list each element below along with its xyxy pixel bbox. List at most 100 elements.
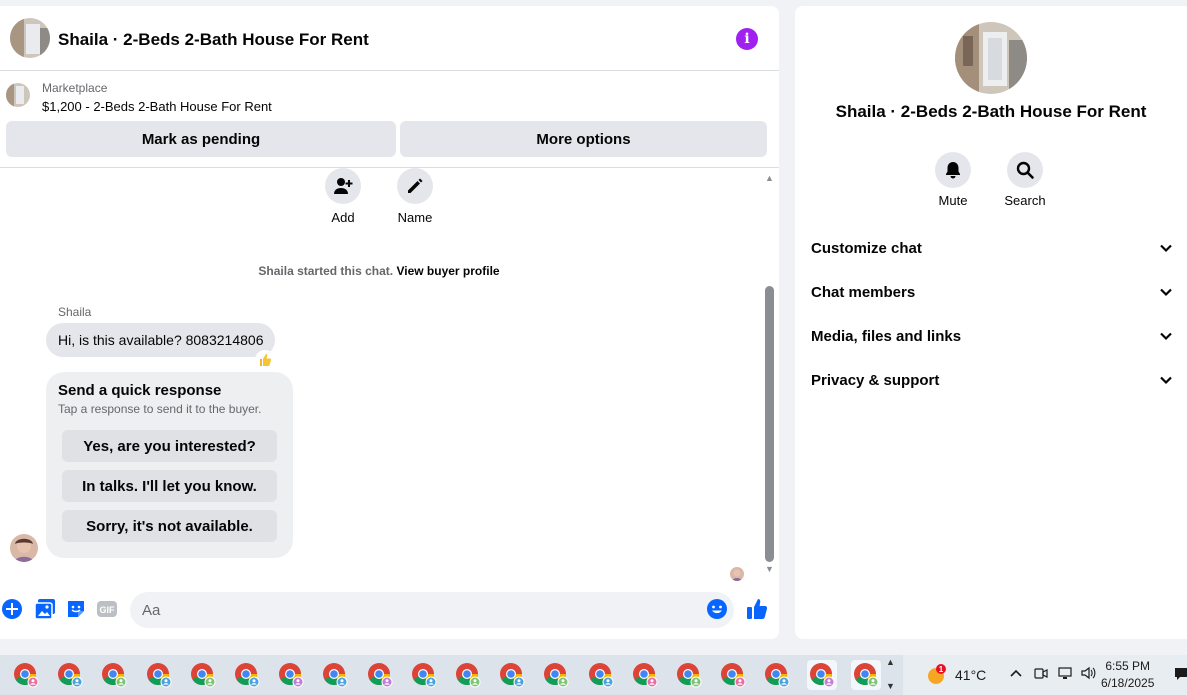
taskbar-scroll-down-icon[interactable]: ▼ (886, 681, 895, 691)
svg-text:GIF: GIF (100, 605, 116, 615)
clock-time: 6:55 PM (1105, 659, 1151, 673)
plus-icon[interactable] (1, 598, 23, 620)
network-icon[interactable] (1057, 666, 1073, 683)
chevron-down-icon (1160, 288, 1172, 297)
clock-date: 6/18/2025 (1101, 676, 1155, 690)
chrome-taskbar-icon[interactable] (11, 660, 41, 690)
quick-response-option[interactable]: In talks. I'll let you know. (62, 470, 277, 502)
chat-header: Shaila · 2-Beds 2-Bath House For Rent i (0, 6, 779, 71)
volume-icon[interactable] (1081, 666, 1097, 683)
chevron-down-icon (1160, 376, 1172, 385)
message-scrollbar[interactable]: ▲ ▼ (763, 168, 777, 586)
message-input[interactable] (130, 592, 734, 628)
taskbar-scroll-up-icon[interactable]: ▲ (886, 657, 895, 667)
weather-icon[interactable]: 1 (925, 663, 949, 687)
scroll-thumb[interactable] (765, 286, 774, 562)
chat-started-text: Shaila started this chat. (258, 264, 394, 278)
chrome-taskbar-icon[interactable] (586, 660, 616, 690)
chrome-taskbar-icon[interactable] (762, 660, 792, 690)
chrome-taskbar-icon[interactable] (144, 660, 174, 690)
mark-as-pending-button[interactable]: Mark as pending (6, 121, 396, 157)
thumbs-up-reaction-icon[interactable] (255, 350, 275, 370)
section-label: Media, files and links (811, 327, 962, 345)
chrome-taskbar-icon[interactable] (232, 660, 262, 690)
chat-title[interactable]: Shaila · 2-Beds 2-Bath House For Rent (58, 30, 369, 50)
meet-now-icon[interactable] (1034, 666, 1048, 683)
chat-started-notice: Shaila started this chat. View buyer pro… (0, 264, 758, 278)
message-composer: GIF (0, 589, 779, 629)
chrome-taskbar-icon[interactable] (365, 660, 395, 690)
scroll-down-arrow-icon[interactable]: ▼ (765, 564, 774, 574)
search-icon (1007, 152, 1043, 188)
message-list: Add Name Shaila started this chat. View … (0, 168, 779, 586)
quick-response-card: Send a quick response Tap a response to … (46, 372, 293, 558)
listing-title[interactable]: $1,200 - 2-Beds 2-Bath House For Rent (42, 99, 272, 114)
section-customize-chat[interactable]: Customize chat (811, 228, 1173, 268)
chrome-taskbar-icon[interactable] (630, 660, 660, 690)
mute-button[interactable]: Mute (918, 152, 988, 208)
section-label: Customize chat (811, 239, 922, 257)
quick-response-option[interactable]: Yes, are you interested? (62, 430, 277, 462)
add-label: Add (331, 210, 355, 225)
gif-icon[interactable]: GIF (96, 598, 118, 620)
name-chat-button[interactable]: Name (385, 168, 445, 225)
chrome-taskbar-icon[interactable] (320, 660, 350, 690)
chrome-taskbar-icon[interactable] (541, 660, 571, 690)
search-button[interactable]: Search (990, 152, 1060, 208)
chrome-taskbar-icon[interactable] (99, 660, 129, 690)
seen-indicator-avatar (730, 567, 744, 581)
photo-icon[interactable] (34, 598, 56, 620)
notification-icon[interactable] (1175, 667, 1187, 684)
listing-banner: Marketplace $1,200 - 2-Beds 2-Bath House… (0, 72, 779, 168)
add-people-button[interactable]: Add (313, 168, 373, 225)
info-icon[interactable]: i (736, 28, 758, 50)
chevron-down-icon (1160, 332, 1172, 341)
listing-thumbnail[interactable] (6, 83, 30, 107)
chrome-taskbar-icon[interactable] (806, 660, 837, 690)
thumbs-up-send-icon[interactable] (745, 597, 769, 621)
chrome-taskbar-icon[interactable] (55, 660, 85, 690)
quick-response-subtitle: Tap a response to send it to the buyer. (58, 402, 262, 416)
chrome-taskbar-icon[interactable] (497, 660, 527, 690)
listing-source: Marketplace (42, 81, 108, 95)
section-privacy-support[interactable]: Privacy & support (811, 360, 1173, 400)
sticker-icon[interactable] (65, 598, 87, 620)
quick-response-title: Send a quick response (58, 382, 222, 399)
message-sender-name: Shaila (58, 305, 92, 319)
name-label: Name (397, 210, 433, 225)
sender-avatar[interactable] (10, 534, 38, 562)
bell-icon (935, 152, 971, 188)
chevron-down-icon (1160, 244, 1172, 253)
details-avatar[interactable] (955, 22, 1027, 94)
chat-panel: Shaila · 2-Beds 2-Bath House For Rent i … (0, 6, 779, 639)
section-chat-members[interactable]: Chat members (811, 272, 1173, 312)
details-title: Shaila · 2-Beds 2-Bath House For Rent (835, 102, 1147, 121)
pencil-icon (397, 168, 433, 204)
search-label: Search (1004, 193, 1046, 208)
chrome-taskbar-icon[interactable] (188, 660, 218, 690)
emoji-icon[interactable] (706, 598, 728, 620)
chevron-up-icon[interactable] (1009, 666, 1023, 683)
chrome-taskbar-icon[interactable] (674, 660, 704, 690)
view-buyer-profile-link[interactable]: View buyer profile (396, 264, 499, 278)
clock[interactable]: 6:55 PM 6/18/2025 (1101, 658, 1154, 692)
quick-response-option[interactable]: Sorry, it's not available. (62, 510, 277, 542)
section-media-files-links[interactable]: Media, files and links (811, 316, 1173, 356)
system-tray: 1 41°C 6:55 PM 6/18/2025 (903, 655, 1187, 695)
section-label: Chat members (811, 283, 916, 301)
chrome-taskbar-icon[interactable] (453, 660, 483, 690)
more-options-button[interactable]: More options (400, 121, 767, 157)
mute-label: Mute (938, 193, 968, 208)
add-person-icon (325, 168, 361, 204)
listing-avatar[interactable] (10, 18, 50, 58)
message-bubble[interactable]: Hi, is this available? 8083214806 (46, 323, 276, 357)
details-panel: Shaila · 2-Beds 2-Bath House For Rent Mu… (795, 6, 1187, 639)
chrome-taskbar-icon[interactable] (718, 660, 748, 690)
section-label: Privacy & support (811, 371, 940, 389)
temperature-text[interactable]: 41°C (955, 667, 986, 683)
chrome-taskbar-icon[interactable] (850, 660, 881, 690)
scroll-up-arrow-icon[interactable]: ▲ (765, 173, 774, 183)
taskbar: ▲ ▼ 1 41°C 6:55 PM 6/18/2025 (0, 655, 1187, 695)
chrome-taskbar-icon[interactable] (276, 660, 306, 690)
chrome-taskbar-icon[interactable] (409, 660, 439, 690)
